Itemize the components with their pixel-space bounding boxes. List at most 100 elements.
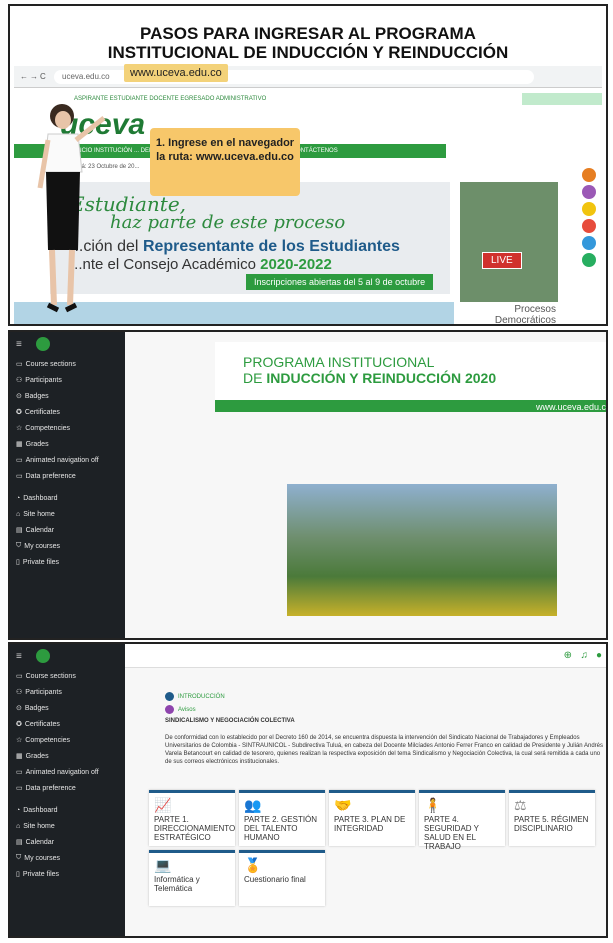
- users-icon: ⚇: [16, 689, 23, 696]
- inscriptions-badge: Inscripciones abiertas del 5 al 9 de oct…: [246, 274, 434, 290]
- section-heading: SINDICALISMO Y NEGOCIACIÓN COLECTIVA: [165, 718, 295, 724]
- sidebar-header: ≡: [10, 332, 125, 356]
- sidebar-item-data-preference[interactable]: ▭ Data preference: [10, 468, 125, 484]
- banner-site-url[interactable]: www.uceva.edu.co: [536, 402, 606, 412]
- sidebar-item-private-files[interactable]: ▯ Private files: [10, 554, 125, 570]
- banner-line-1-b: Representante de los Estudiantes: [142, 238, 400, 255]
- side-circle-icon[interactable]: [582, 219, 596, 233]
- sidebar-item-animated-navigation[interactable]: ▭ Animated navigation off: [10, 764, 125, 780]
- tile-part-3[interactable]: 🤝 PARTE 3. PLAN DE INTEGRIDAD: [329, 790, 415, 846]
- certificate-icon: ✪: [16, 409, 22, 416]
- sidebar-item-label: My courses: [24, 854, 61, 862]
- step3-panel: ≡ ▭ Course sections ⚇ Participants ⊙ Badges…: [8, 642, 608, 938]
- tile-part-4[interactable]: 🧍 PARTE 4. SEGURIDAD Y SALUD EN EL TRABAJ…: [419, 790, 505, 851]
- sidebar-item-label: Grades: [25, 440, 49, 448]
- intro-row[interactable]: INTRODUCCIÓN: [165, 692, 605, 701]
- menu-icon[interactable]: ≡: [16, 339, 22, 350]
- sidebar-item-my-courses[interactable]: ⛉ My courses: [10, 850, 125, 866]
- live-badge: LIVE: [482, 252, 522, 269]
- sidebar-item-site-home[interactable]: ⌂ Site home: [10, 506, 125, 522]
- sidebar-item-label: Competencies: [25, 736, 71, 744]
- tile-informatica[interactable]: 💻 Informática y Telemática: [149, 850, 235, 906]
- menu-icon[interactable]: ≡: [16, 651, 22, 662]
- sidebar-item-label: Participants: [25, 688, 62, 696]
- folder-icon: ▭: [16, 673, 23, 680]
- side-circle-icon[interactable]: [582, 202, 596, 216]
- banner-script-2: haz parte de este proceso: [110, 212, 346, 233]
- address-text: uceva.edu.co: [62, 72, 110, 81]
- sidebar-item-label: Data preference: [25, 472, 76, 480]
- browser-nav-icons[interactable]: ←→C: [14, 72, 54, 81]
- election-banner[interactable]: Estudiante, haz parte de este proceso ..…: [50, 182, 450, 294]
- step2-panel: ≡ ▭ Course sections ⚇ Participants ⊙ Badges…: [8, 330, 608, 640]
- social-icons[interactable]: [522, 93, 602, 105]
- sidebar-item-dashboard[interactable]: ◔ Dashboard: [10, 802, 125, 818]
- sidebar-item-private-files[interactable]: ▯ Private files: [10, 866, 125, 882]
- sidebar-item-participants[interactable]: ⚇ Participants: [10, 684, 125, 700]
- bell-icon[interactable]: ♫: [581, 650, 589, 661]
- tile-label: Cuestionario final: [244, 875, 306, 884]
- tile-part-1[interactable]: 📈 PARTE 1. DIRECCIONAMIENTO ESTRATÉGICO: [149, 790, 235, 846]
- side-circle-icon[interactable]: [582, 185, 596, 199]
- star-icon: ☆: [16, 737, 23, 744]
- sidebar-item-calendar[interactable]: ▤ Calendar: [10, 522, 125, 538]
- sidebar-item-competencies[interactable]: ☆ Competencies: [10, 420, 125, 436]
- uceva-logo-icon[interactable]: [35, 337, 50, 351]
- sidebar-item-my-courses[interactable]: ⛉ My courses: [10, 538, 125, 554]
- tile-label: PARTE 5. RÉGIMEN DISCIPLINARIO: [514, 815, 589, 833]
- laptop-icon: 💻: [154, 857, 172, 873]
- sidebar-item-animated-navigation[interactable]: ▭ Animated navigation off: [10, 452, 125, 468]
- badge-icon: ⊙: [16, 705, 22, 712]
- folder-icon: ▭: [16, 769, 23, 776]
- sidebar-item-data-preference[interactable]: ▭ Data preference: [10, 780, 125, 796]
- live-video[interactable]: LIVE: [460, 182, 558, 302]
- tile-label: PARTE 2. GESTIÓN DEL TALENTO HUMANO: [244, 815, 318, 842]
- sidebar-item-grades[interactable]: ▦ Grades: [10, 748, 125, 764]
- sidebar-item-label: Calendar: [25, 838, 55, 846]
- sidebar-item-calendar[interactable]: ▤ Calendar: [10, 834, 125, 850]
- side-circle-icon[interactable]: [582, 253, 596, 267]
- tile-label: PARTE 1. DIRECCIONAMIENTO ESTRATÉGICO: [154, 815, 236, 842]
- banner-title-2: DE INDUCCIÓN Y REINDUCCIÓN 2020: [243, 370, 496, 386]
- sidebar-item-participants[interactable]: ⚇ Participants: [10, 372, 125, 388]
- sidebar-item-badges[interactable]: ⊙ Badges: [10, 700, 125, 716]
- chat-icon[interactable]: ●: [596, 650, 602, 661]
- address-bar[interactable]: uceva.edu.co www.uceva.edu.co: [54, 63, 534, 84]
- tile-cuestionario[interactable]: 🏅 Cuestionario final: [239, 850, 325, 906]
- intro-link[interactable]: INTRODUCCIÓN: [178, 694, 225, 700]
- avisos-row[interactable]: Avisos: [165, 705, 605, 714]
- sidebar-item-course-sections[interactable]: ▭ Course sections: [10, 668, 125, 684]
- sidebar-item-certificates[interactable]: ✪ Certificates: [10, 404, 125, 420]
- sidebar-item-grades[interactable]: ▦ Grades: [10, 436, 125, 452]
- sidebar-item-label: Animated navigation off: [25, 456, 99, 464]
- step1-panel: PASOS PARA INGRESAR AL PROGRAMA INSTITUC…: [8, 4, 608, 326]
- sidebar-item-label: Course sections: [25, 672, 76, 680]
- tile-part-2[interactable]: 👥 PARTE 2. GESTIÓN DEL TALENTO HUMANO: [239, 790, 325, 846]
- sidebar-item-certificates[interactable]: ✪ Certificates: [10, 716, 125, 732]
- uceva-logo-icon[interactable]: [35, 649, 50, 663]
- home-icon: ⌂: [16, 822, 21, 830]
- sidebar-item-label: Badges: [24, 392, 49, 400]
- sidebar-item-site-home[interactable]: ⌂ Site home: [10, 818, 125, 834]
- sidebar-item-label: Site home: [23, 822, 55, 830]
- sidebar-item-competencies[interactable]: ☆ Competencies: [10, 732, 125, 748]
- sidebar-item-dashboard[interactable]: ◔ Dashboard: [10, 490, 125, 506]
- notifications-icon[interactable]: ⊕: [564, 650, 572, 661]
- avisos-link[interactable]: Avisos: [178, 707, 196, 713]
- sidebar-item-label: Participants: [25, 376, 62, 384]
- award-icon: 🏅: [244, 857, 262, 873]
- folder-icon: ▭: [16, 785, 23, 792]
- course-tiles: 📈 PARTE 1. DIRECCIONAMIENTO ESTRATÉGICO 👥…: [149, 790, 595, 906]
- side-circle-icon[interactable]: [582, 236, 596, 250]
- users-icon: ⚇: [16, 377, 23, 384]
- banner-line-2-b: 2020-2022: [260, 256, 332, 273]
- tile-part-5[interactable]: ⚖ PARTE 5. RÉGIMEN DISCIPLINARIO: [509, 790, 595, 846]
- sidebar: ≡ ▭ Course sections ⚇ Participants ⊙ Badges…: [10, 332, 125, 638]
- sidebar-item-label: Private files: [22, 558, 60, 566]
- sidebar-item-badges[interactable]: ⊙ Badges: [10, 388, 125, 404]
- home-icon: ⌂: [16, 510, 21, 518]
- side-circle-icon[interactable]: [582, 168, 596, 182]
- banner-title-2-b: INDUCCIÓN Y REINDUCCIÓN 2020: [266, 370, 497, 386]
- sidebar-item-course-sections[interactable]: ▭ Course sections: [10, 356, 125, 372]
- procesos-link[interactable]: Procesos Democráticos: [462, 304, 562, 324]
